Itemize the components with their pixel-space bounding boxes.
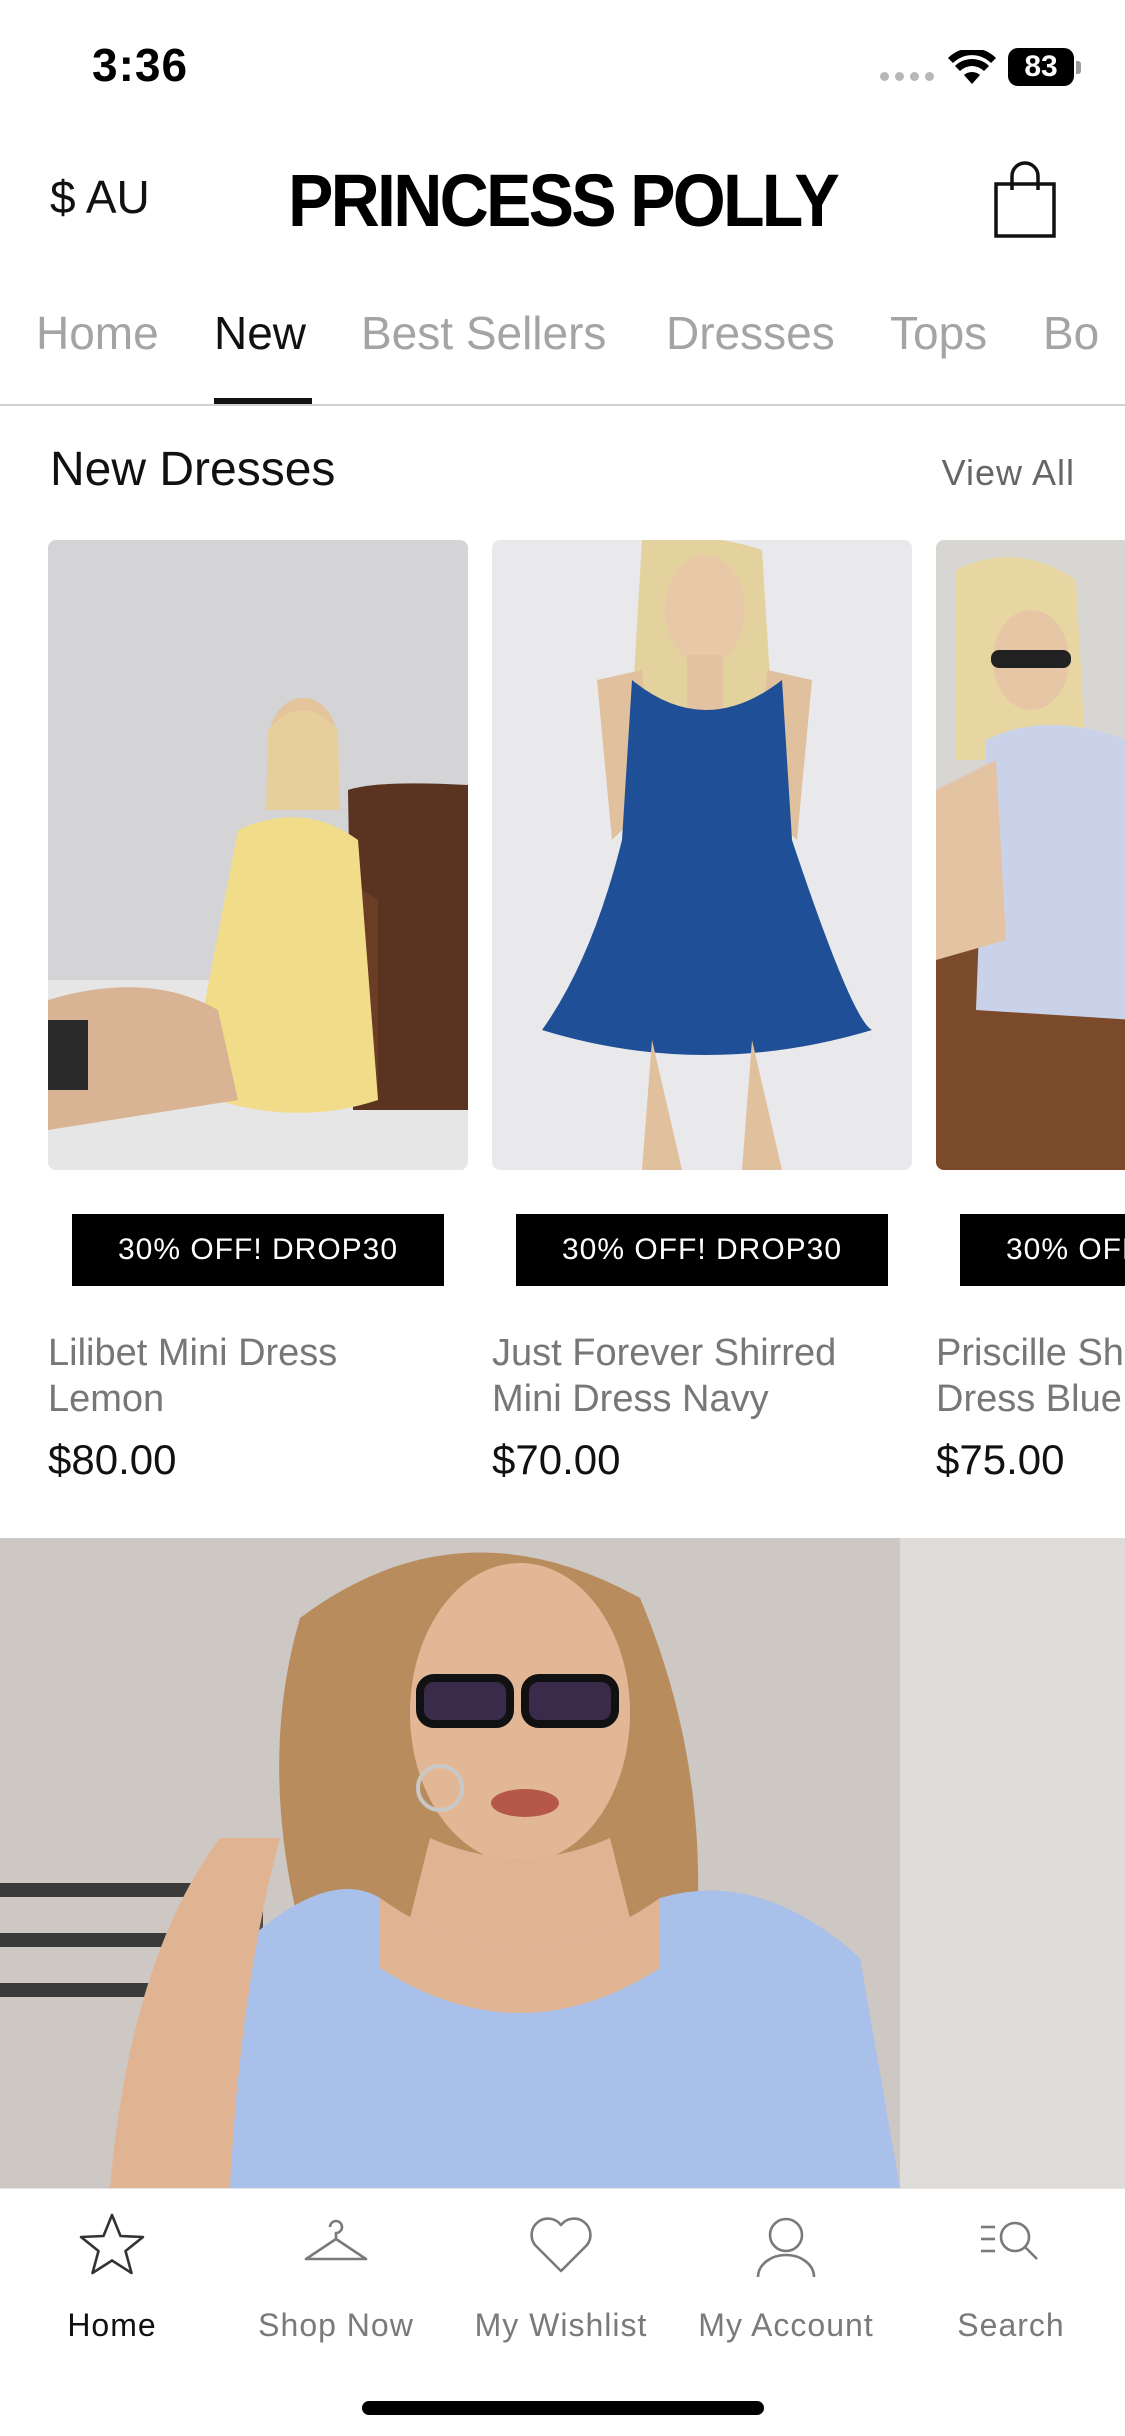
product-name[interactable]: Just Forever Shirred Mini Dress Navy xyxy=(492,1330,912,1422)
product-name[interactable]: Lilibet Mini Dress Lemon xyxy=(48,1330,468,1422)
heart-icon xyxy=(530,2217,592,2273)
brand-logo[interactable]: PRINCESS POLLY xyxy=(45,158,1080,243)
product-image[interactable] xyxy=(492,540,912,1170)
hero-banner-image[interactable] xyxy=(0,1538,1125,2188)
product-card[interactable]: 30% OFF! DROP30 Priscille Sh Dress Blue … xyxy=(936,540,1125,1483)
nav-search[interactable]: Search xyxy=(911,2209,1111,2344)
bottom-navigation: Home Shop Now My Wishlist My Account Sea… xyxy=(0,2188,1125,2436)
nav-shop-now[interactable]: Shop Now xyxy=(236,2209,436,2344)
product-image[interactable] xyxy=(936,540,1125,1170)
promo-badge: 30% OFF! DROP30 xyxy=(516,1214,888,1286)
product-name-line1: Lilibet Mini Dress xyxy=(48,1332,338,1374)
promo-badge: 30% OFF! DROP30 xyxy=(72,1214,444,1286)
product-carousel[interactable]: 30% OFF! DROP30 Lilibet Mini Dress Lemon… xyxy=(0,540,1125,1500)
section-title: New Dresses xyxy=(50,443,336,496)
nav-search-label: Search xyxy=(957,2307,1065,2343)
nav-account[interactable]: My Account xyxy=(686,2209,886,2344)
tab-bottoms[interactable]: Bo xyxy=(1043,306,1099,360)
hanger-icon xyxy=(304,2219,368,2261)
product-name-line2: Dress Blue xyxy=(936,1378,1122,1420)
nav-wishlist-label: My Wishlist xyxy=(474,2307,648,2343)
product-name-line1: Just Forever Shirred xyxy=(492,1332,837,1374)
search-icon xyxy=(981,2221,1038,2260)
active-tab-indicator xyxy=(214,398,312,404)
product-name-line2: Lemon xyxy=(48,1378,165,1420)
star-icon xyxy=(79,2213,145,2275)
product-price: $70.00 xyxy=(492,1436,621,1483)
product-image[interactable] xyxy=(48,540,468,1170)
product-card[interactable]: 30% OFF! DROP30 Just Forever Shirred Min… xyxy=(492,540,912,1483)
product-name-line2: Mini Dress Navy xyxy=(492,1378,769,1420)
tab-dresses[interactable]: Dresses xyxy=(666,306,835,360)
app-header: $ AU PRINCESS POLLY xyxy=(0,140,1125,260)
tab-tops[interactable]: Tops xyxy=(890,306,987,360)
product-name[interactable]: Priscille Sh Dress Blue xyxy=(936,1330,1125,1422)
view-all-link[interactable]: View All xyxy=(942,452,1075,494)
battery-level: 83 xyxy=(1008,48,1074,86)
status-time: 3:36 xyxy=(92,39,189,91)
nav-home[interactable]: Home xyxy=(12,2209,212,2344)
product-name-line1: Priscille Sh xyxy=(936,1332,1124,1374)
product-price: $75.00 xyxy=(936,1436,1065,1483)
tab-new[interactable]: New xyxy=(214,306,306,360)
battery-icon: 83 xyxy=(1008,48,1081,86)
tab-home[interactable]: Home xyxy=(36,306,159,360)
category-tabs: Home New Best Sellers Dresses Tops Bo xyxy=(0,290,1125,406)
nav-account-label: My Account xyxy=(698,2307,874,2343)
status-bar: 3:36 83 xyxy=(0,0,1125,130)
tab-best-sellers[interactable]: Best Sellers xyxy=(361,306,606,360)
nav-home-label: Home xyxy=(67,2307,157,2343)
wifi-icon xyxy=(948,50,996,84)
home-indicator[interactable] xyxy=(362,2401,764,2415)
nav-wishlist[interactable]: My Wishlist xyxy=(461,2209,661,2344)
product-price: $80.00 xyxy=(48,1436,177,1483)
user-icon xyxy=(756,2217,816,2278)
cellular-signal-icon xyxy=(880,72,934,81)
shopping-bag-icon[interactable] xyxy=(990,160,1060,240)
product-card[interactable]: 30% OFF! DROP30 Lilibet Mini Dress Lemon… xyxy=(48,540,468,1483)
promo-badge: 30% OFF! DROP30 xyxy=(960,1214,1125,1286)
nav-shop-now-label: Shop Now xyxy=(258,2307,414,2343)
